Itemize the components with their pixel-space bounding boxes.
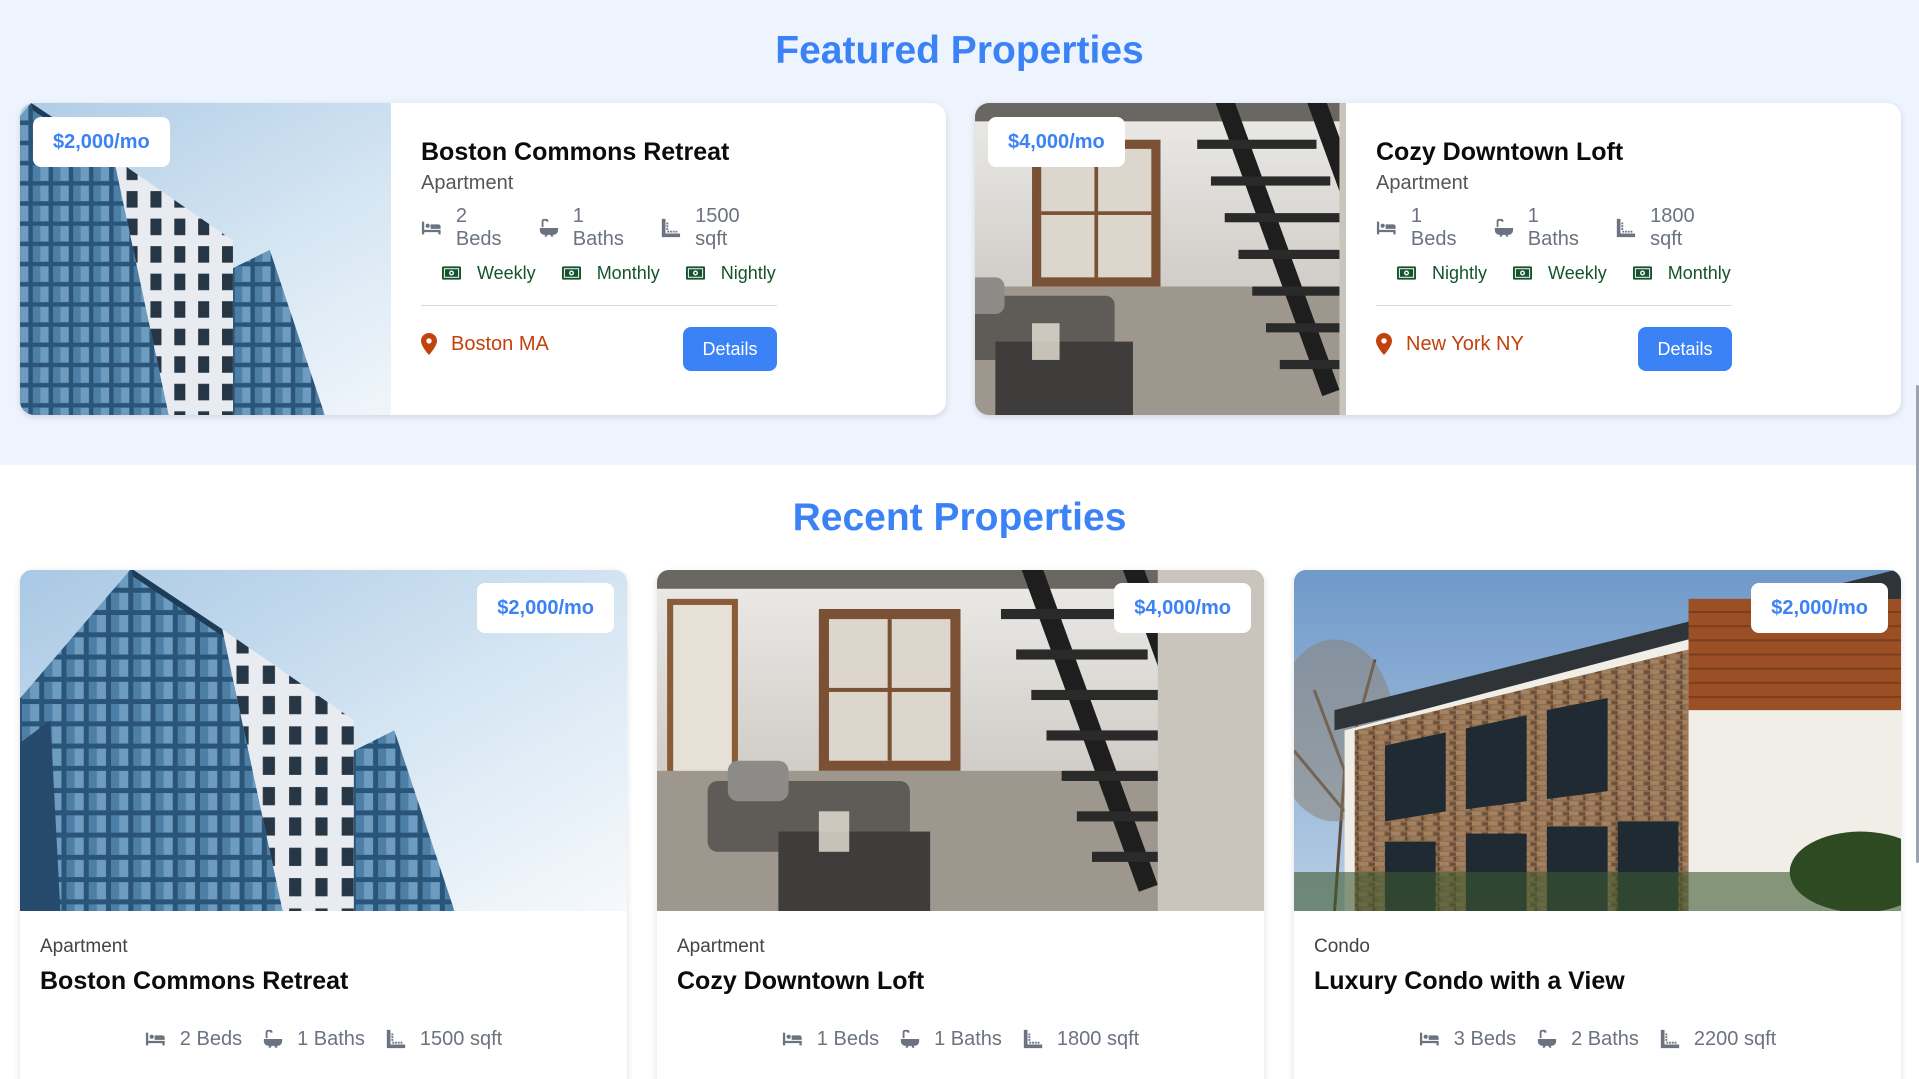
- property-name[interactable]: Cozy Downtown Loft: [1376, 135, 1732, 169]
- money-icon: [1397, 266, 1416, 280]
- bath-icon: [899, 1028, 921, 1050]
- recent-card: $2,000/mo Condo Luxury Condo with a View…: [1294, 570, 1901, 1079]
- details-button[interactable]: Details: [1638, 327, 1732, 371]
- map-marker-icon: [1376, 333, 1392, 355]
- recent-card: $2,000/mo Apartment Boston Commons Retre…: [20, 570, 627, 1079]
- bed-icon: [1376, 217, 1398, 239]
- location-text: Boston MA: [451, 332, 549, 355]
- bed-icon: [421, 217, 443, 239]
- details-button[interactable]: Details: [683, 327, 777, 371]
- baths-count: 2 Baths: [1571, 1027, 1639, 1050]
- featured-title: Featured Properties: [775, 29, 1144, 72]
- card-divider: [1376, 305, 1732, 306]
- square-feet: 1500 sqft: [419, 1027, 503, 1050]
- square-feet: 1500 sqft: [695, 205, 740, 250]
- property-type: Apartment: [1376, 172, 1469, 194]
- property-name[interactable]: Cozy Downtown Loft: [677, 964, 1244, 998]
- property-type: Apartment: [421, 172, 514, 194]
- price-badge: $4,000/mo: [1114, 583, 1251, 633]
- price-badge: $2,000/mo: [33, 117, 170, 167]
- bath-icon: [1536, 1028, 1558, 1050]
- baths-count: 1 Baths: [297, 1027, 365, 1050]
- property-name[interactable]: Luxury Condo with a View: [1314, 964, 1881, 998]
- money-icon: [686, 266, 705, 280]
- property-specs: 1 Beds 1 Baths 1800 sqft: [677, 1025, 1244, 1053]
- price-badge: $2,000/mo: [477, 583, 614, 633]
- map-marker-icon: [421, 333, 437, 355]
- property-name[interactable]: Boston Commons Retreat: [421, 135, 777, 169]
- money-icon: [442, 266, 461, 280]
- recent-card: $4,000/mo Apartment Cozy Downtown Loft 1…: [657, 570, 1264, 1079]
- bed-icon: [782, 1028, 804, 1050]
- ruler-icon: [660, 217, 682, 239]
- rate-label: Weekly: [477, 262, 536, 283]
- property-location: Boston MA: [421, 333, 549, 356]
- property-specs: 2 Beds 1 Baths 1500 sqft: [421, 205, 777, 250]
- property-type: Apartment: [40, 936, 128, 957]
- baths-count: 1 Baths: [572, 205, 624, 250]
- rate-label: Weekly: [1548, 262, 1607, 283]
- baths-count: 1 Baths: [1527, 205, 1579, 250]
- ruler-icon: [1022, 1028, 1044, 1050]
- rate-options: Weekly Monthly Nightly: [421, 260, 777, 286]
- card-divider: [421, 305, 777, 306]
- money-icon: [1633, 266, 1652, 280]
- money-icon: [1513, 266, 1532, 280]
- property-location: New York NY: [1376, 333, 1524, 356]
- rate-options: Nightly Weekly Monthly: [1376, 260, 1732, 286]
- beds-count: 2 Beds: [179, 1027, 243, 1050]
- price-badge: $4,000/mo: [988, 117, 1125, 167]
- ruler-icon: [385, 1028, 407, 1050]
- money-icon: [562, 266, 581, 280]
- property-specs: 3 Beds 2 Baths 2200 sqft: [1314, 1025, 1881, 1053]
- ruler-icon: [1615, 217, 1637, 239]
- price-badge: $2,000/mo: [1751, 583, 1888, 633]
- property-type: Apartment: [677, 936, 765, 957]
- bath-icon: [538, 217, 560, 239]
- featured-card: $2,000/mo Boston Commons Retreat Apartme…: [20, 103, 946, 415]
- rate-label: Monthly: [596, 262, 660, 283]
- rate-label: Monthly: [1667, 262, 1731, 283]
- beds-count: 3 Beds: [1453, 1027, 1517, 1050]
- bath-icon: [1493, 217, 1515, 239]
- featured-section: Featured Properties $2,000/mo Boston Com…: [0, 0, 1919, 465]
- bed-icon: [145, 1028, 167, 1050]
- beds-count: 1 Beds: [1410, 205, 1457, 250]
- recent-title: Recent Properties: [792, 496, 1127, 539]
- rate-label: Nightly: [1432, 262, 1488, 283]
- featured-card: $4,000/mo Cozy Downtown Loft Apartment 1…: [975, 103, 1901, 415]
- property-specs: 2 Beds 1 Baths 1500 sqft: [40, 1025, 607, 1053]
- square-feet: 1800 sqft: [1650, 205, 1695, 250]
- property-name[interactable]: Boston Commons Retreat: [40, 964, 607, 998]
- beds-count: 2 Beds: [455, 205, 502, 250]
- page-scrollbar[interactable]: [1913, 0, 1919, 1079]
- baths-count: 1 Baths: [934, 1027, 1002, 1050]
- square-feet: 2200 sqft: [1693, 1027, 1777, 1050]
- bath-icon: [262, 1028, 284, 1050]
- beds-count: 1 Beds: [816, 1027, 880, 1050]
- property-specs: 1 Beds 1 Baths 1800 sqft: [1376, 205, 1732, 250]
- bed-icon: [1419, 1028, 1441, 1050]
- ruler-icon: [1659, 1028, 1681, 1050]
- square-feet: 1800 sqft: [1056, 1027, 1140, 1050]
- property-type: Condo: [1314, 936, 1370, 957]
- location-text: New York NY: [1406, 332, 1524, 355]
- rate-label: Nightly: [720, 262, 776, 283]
